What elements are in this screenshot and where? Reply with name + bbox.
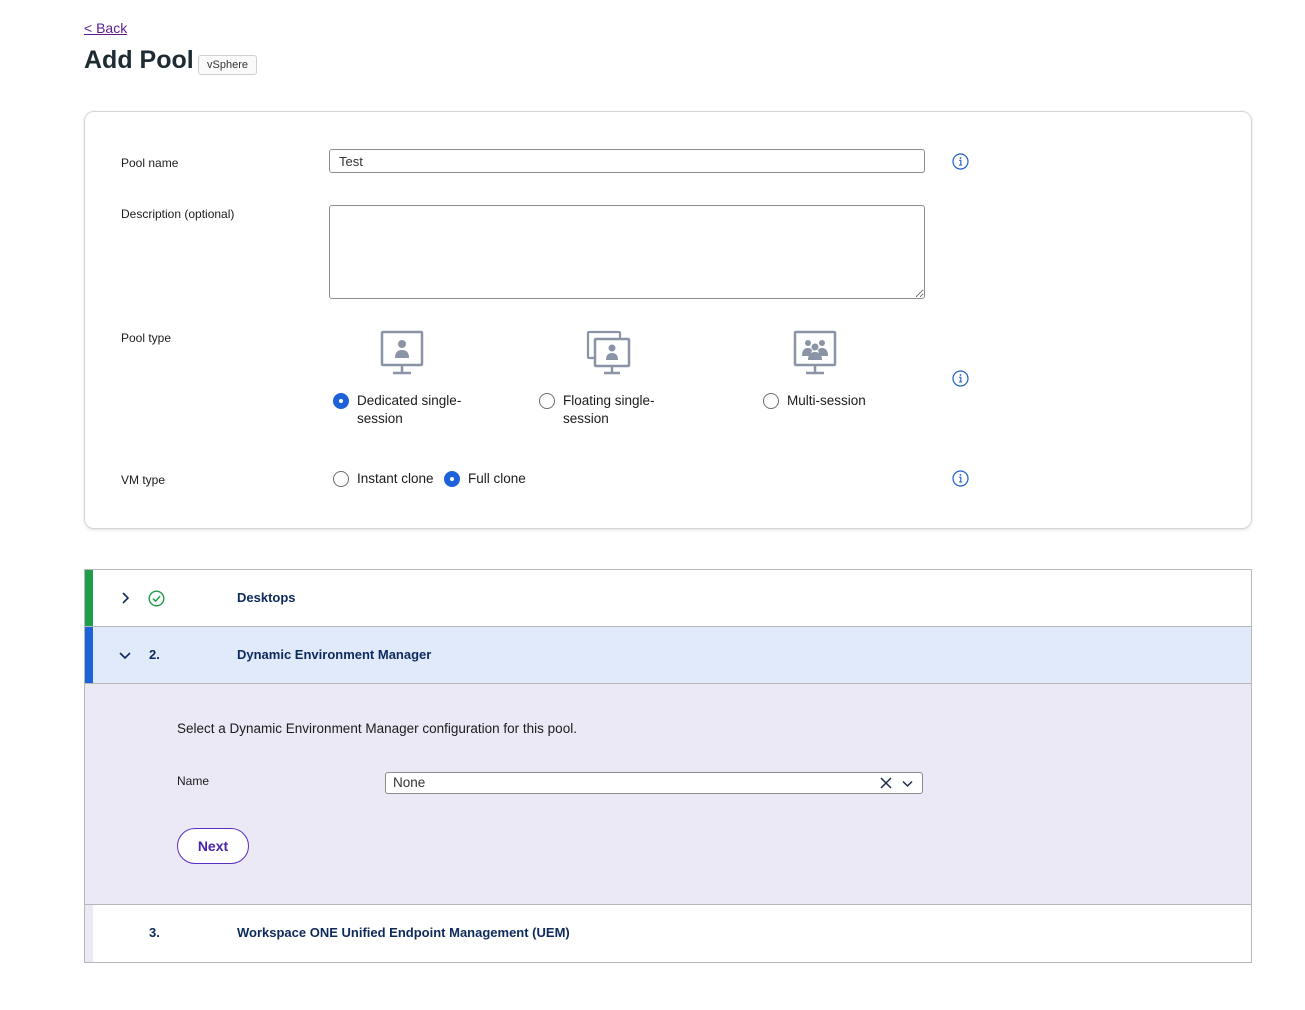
section-dem-body: Select a Dynamic Environment Manager con… bbox=[85, 684, 1251, 905]
section-title: Desktops bbox=[237, 590, 296, 605]
page-title: Add Pool bbox=[84, 46, 194, 74]
clear-icon[interactable] bbox=[879, 776, 893, 790]
dem-name-select[interactable]: None bbox=[385, 772, 923, 794]
vm-type-label: VM type bbox=[121, 473, 166, 487]
section-title: Dynamic Environment Manager bbox=[237, 647, 432, 662]
dem-description: Select a Dynamic Environment Manager con… bbox=[177, 721, 577, 736]
section-title: Workspace ONE Unified Endpoint Managemen… bbox=[237, 925, 570, 940]
section-uem-header[interactable]: 3. Workspace ONE Unified Endpoint Manage… bbox=[85, 905, 1251, 962]
pool-name-input[interactable] bbox=[329, 149, 925, 173]
section-desktops-header[interactable]: Desktops bbox=[85, 570, 1251, 627]
platform-badge: vSphere bbox=[198, 55, 257, 75]
pool-name-info-icon[interactable] bbox=[952, 153, 969, 170]
description-textarea[interactable] bbox=[329, 205, 925, 299]
multi-session-radio[interactable] bbox=[763, 393, 779, 409]
full-clone-radio[interactable] bbox=[444, 471, 460, 487]
chevron-down-icon[interactable] bbox=[118, 648, 132, 662]
check-circle-icon bbox=[148, 590, 165, 607]
pool-type-info-icon[interactable] bbox=[952, 370, 969, 387]
chevron-down-icon[interactable] bbox=[901, 777, 914, 790]
description-label: Description (optional) bbox=[121, 207, 235, 221]
vm-type-instant-clone[interactable]: Instant clone bbox=[333, 470, 434, 488]
step-number: 3. bbox=[149, 925, 160, 940]
floating-radio[interactable] bbox=[539, 393, 555, 409]
next-button[interactable]: Next bbox=[177, 828, 249, 864]
pool-type-label: Pool type bbox=[121, 331, 172, 345]
floating-desktop-icon bbox=[586, 330, 631, 375]
pool-settings-card: Pool name Description (optional) Pool ty… bbox=[84, 111, 1252, 529]
dem-name-value: None bbox=[393, 775, 426, 790]
back-link[interactable]: < Back bbox=[84, 20, 127, 36]
dedicated-radio[interactable] bbox=[333, 393, 349, 409]
wizard-accordion: Desktops 2. Dynamic Environment Manager … bbox=[84, 569, 1252, 963]
section-stripe bbox=[85, 570, 93, 626]
step-number: 2. bbox=[149, 647, 160, 662]
instant-clone-radio[interactable] bbox=[333, 471, 349, 487]
section-stripe bbox=[85, 627, 93, 683]
multi-session-icon bbox=[793, 330, 837, 375]
chevron-right-icon[interactable] bbox=[118, 591, 132, 605]
dem-name-label: Name bbox=[177, 774, 210, 788]
section-dem-header[interactable]: 2. Dynamic Environment Manager bbox=[85, 627, 1251, 684]
vm-type-info-icon[interactable] bbox=[952, 470, 969, 487]
vm-type-full-clone[interactable]: Full clone bbox=[444, 470, 526, 488]
dedicated-desktop-icon bbox=[380, 330, 424, 375]
pool-name-label: Pool name bbox=[121, 156, 179, 170]
section-stripe bbox=[85, 905, 93, 962]
